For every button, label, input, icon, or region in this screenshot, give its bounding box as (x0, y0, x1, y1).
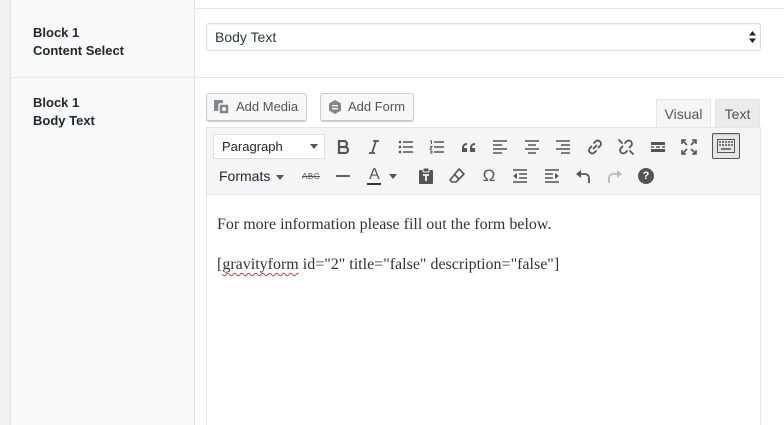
add-form-button[interactable]: Add Form (320, 93, 415, 121)
indent-button[interactable] (538, 163, 566, 189)
horizontal-line-button[interactable] (329, 163, 357, 189)
text-color-icon: A (367, 166, 381, 185)
clear-formatting-icon (449, 168, 465, 183)
insert-link-button[interactable] (581, 134, 609, 160)
blockquote-button[interactable] (455, 134, 483, 160)
add-form-label: Add Form (348, 99, 406, 114)
blockquote-icon (462, 143, 475, 152)
special-character-icon: Ω (482, 166, 496, 185)
add-media-icon (214, 100, 230, 115)
unlink-icon (618, 139, 634, 155)
link-icon (588, 139, 602, 155)
toolbar-toggle-icon (717, 139, 735, 153)
fullscreen-button[interactable] (675, 134, 703, 160)
italic-icon (369, 140, 379, 154)
misspelled-word: gravityform (222, 256, 299, 273)
chevron-down-icon (389, 173, 397, 179)
align-left-icon (493, 140, 507, 154)
align-right-icon (556, 140, 570, 154)
tab-text[interactable]: Text (715, 99, 760, 128)
outdent-icon (513, 169, 527, 183)
paste-as-text-icon (419, 167, 433, 184)
add-form-icon (329, 100, 341, 114)
content-select-label-line1: Block 1 (33, 25, 80, 40)
editor-paragraph: For more information please fill out the… (217, 216, 552, 233)
add-media-button[interactable]: Add Media (206, 93, 308, 121)
text-color-button[interactable]: A (361, 163, 401, 189)
label-column (11, 0, 195, 425)
rich-text-editor: Paragraph Formats ABC A Ω ? For more inf… (206, 127, 761, 425)
strikethrough-button[interactable]: ABC (297, 163, 325, 189)
paragraph-format-select[interactable]: Paragraph (213, 134, 325, 159)
bold-button[interactable] (329, 134, 357, 160)
content-select-value: Body Text (215, 29, 277, 45)
row-divider (11, 77, 784, 78)
strikethrough-icon: ABC (302, 171, 320, 181)
body-text-label: Block 1 Body Text (33, 94, 95, 130)
content-select-label: Block 1 Content Select (33, 24, 124, 60)
read-more-icon (651, 142, 665, 152)
align-left-button[interactable] (486, 134, 514, 160)
italic-button[interactable] (360, 134, 388, 160)
add-media-label: Add Media (236, 99, 299, 114)
special-character-button[interactable]: Ω (475, 163, 503, 189)
formats-dropdown[interactable]: Formats (213, 163, 285, 189)
clear-formatting-button[interactable] (443, 163, 471, 189)
read-more-button[interactable] (644, 134, 672, 160)
help-button[interactable]: ? (632, 163, 660, 189)
align-right-button[interactable] (549, 134, 577, 160)
redo-button[interactable] (601, 163, 629, 189)
align-center-button[interactable] (518, 134, 546, 160)
editor-toolbar: Paragraph Formats ABC A Ω ? (207, 128, 760, 195)
body-text-label-line1: Block 1 (33, 95, 80, 110)
body-text-label-line2: Body Text (33, 113, 95, 128)
chevron-down-icon (310, 144, 318, 149)
editor-shortcode-paragraph: [gravityform id="2" title="false" descri… (217, 254, 750, 275)
bullet-list-button[interactable] (392, 134, 420, 160)
outdent-button[interactable] (506, 163, 534, 189)
help-icon: ? (638, 168, 654, 184)
shortcode-attributes: id="2" title="false" description="false"… (298, 256, 560, 273)
editor-content-area[interactable]: For more information please fill out the… (207, 196, 760, 312)
redo-icon (608, 170, 622, 183)
numbered-list-button[interactable] (423, 134, 451, 160)
tab-visual[interactable]: Visual (656, 99, 711, 128)
paste-as-text-button[interactable] (412, 163, 440, 189)
paragraph-format-value: Paragraph (222, 139, 283, 154)
undo-button[interactable] (569, 163, 597, 189)
bullet-list-icon (398, 140, 413, 154)
acf-fields-panel: Block 1 Content Select Body Text Block 1… (10, 0, 784, 425)
select-arrows-icon (749, 31, 756, 43)
formats-label: Formats (219, 168, 271, 184)
indent-icon (545, 169, 559, 183)
toolbar-toggle-button[interactable] (712, 133, 740, 159)
chevron-down-icon (276, 174, 285, 180)
unlink-button[interactable] (612, 134, 640, 160)
content-select-dropdown[interactable]: Body Text (206, 23, 761, 51)
align-center-icon (525, 140, 539, 154)
undo-icon (576, 170, 590, 183)
horizontal-line-icon (336, 175, 350, 177)
content-select-label-line2: Content Select (33, 43, 125, 58)
numbered-list-icon (429, 140, 444, 154)
fullscreen-icon (681, 139, 697, 155)
bold-icon (337, 140, 350, 154)
